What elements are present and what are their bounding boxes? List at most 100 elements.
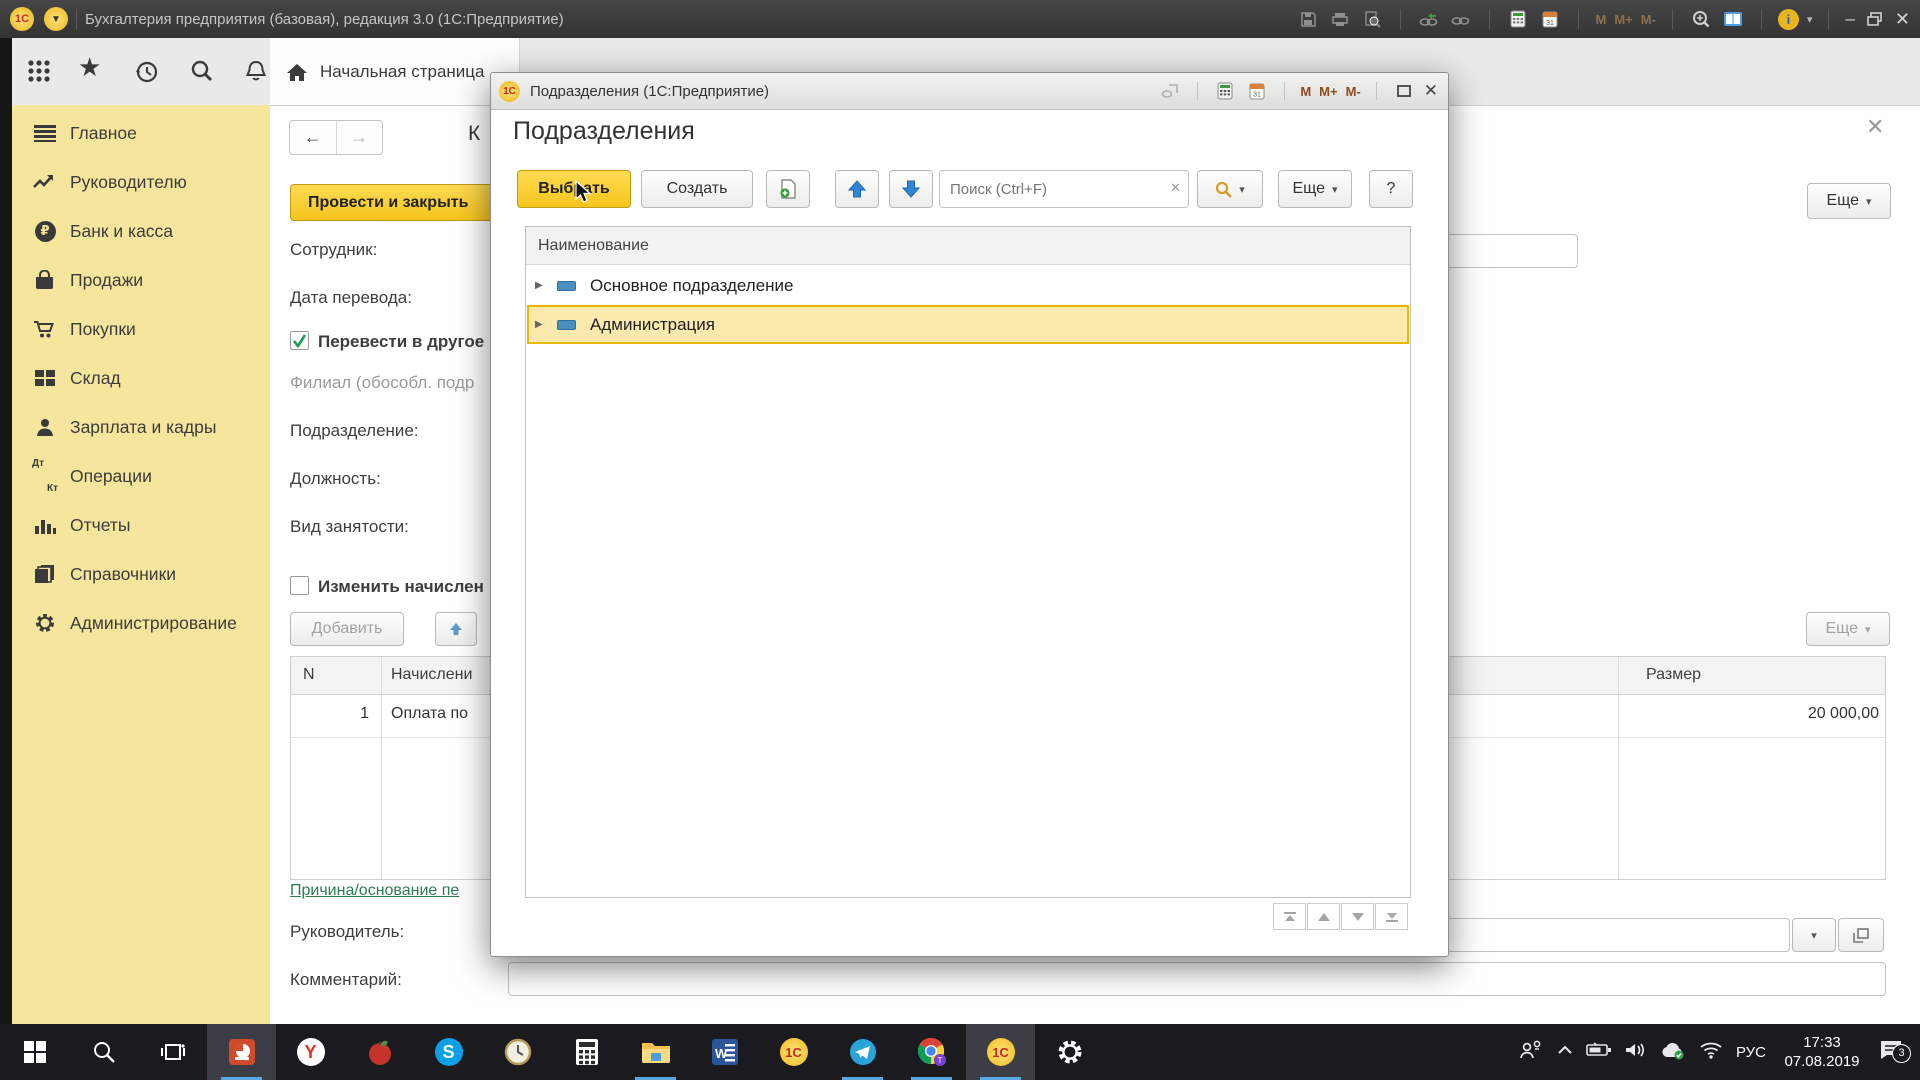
back-button[interactable]: ← [290,121,337,154]
action-center-icon[interactable]: 3 [1878,1038,1904,1067]
taskbar-calculator[interactable] [552,1024,621,1080]
taskbar-word[interactable]: W [690,1024,759,1080]
close-button[interactable]: ✕ [1895,9,1910,30]
taskbar-1c[interactable]: 1С [759,1024,828,1080]
list-header[interactable]: Наименование [526,227,1410,265]
taskbar-telegram[interactable] [828,1024,897,1080]
taskbar-1c-active[interactable]: 1С [966,1024,1035,1080]
sidebar-item-sales[interactable]: Продажи [12,258,270,302]
go-last-button[interactable] [1375,903,1408,930]
table-more-button[interactable]: Еще▾ [1806,612,1890,646]
forward-button[interactable]: → [337,121,383,154]
transfer-checkbox[interactable] [290,331,309,350]
calendar-icon[interactable]: 31 [1538,7,1562,31]
memory-mminus-button[interactable]: М- [1346,84,1361,99]
sidebar-item-directories[interactable]: Справочники [12,552,270,596]
split-panel-icon[interactable] [1721,7,1745,31]
search-input[interactable] [948,173,1157,205]
info-dropdown-icon[interactable]: ▾ [1807,13,1813,26]
taskbar-yandex[interactable]: Y [276,1024,345,1080]
taskbar-skype[interactable]: S [414,1024,483,1080]
taskbar-file-explorer[interactable] [621,1024,690,1080]
list-item[interactable]: ▶ Основное подразделение [527,266,1409,305]
apps-grid-icon[interactable] [26,58,52,89]
sidebar-item-manager[interactable]: Руководителю [12,160,270,204]
go-link-icon[interactable] [1449,7,1473,31]
dialog-close-button[interactable]: ✕ [1424,81,1438,101]
dialog-more-button[interactable]: Еще▾ [1278,170,1352,208]
volume-icon[interactable] [1625,1041,1647,1064]
memory-m-button[interactable]: М [1595,12,1606,27]
save-icon[interactable] [1296,7,1320,31]
clear-search-icon[interactable]: ✕ [1170,180,1181,196]
create-button[interactable]: Создать [641,170,753,208]
sidebar-item-purchases[interactable]: Покупки [12,307,270,351]
preview-icon[interactable] [1360,7,1384,31]
comment-input[interactable] [508,962,1886,996]
sidebar-item-operations[interactable]: ДтКтОперации [12,454,270,498]
go-next-button[interactable] [1341,903,1374,930]
zoom-icon[interactable] [1689,7,1713,31]
sidebar-item-salary-hr[interactable]: Зарплата и кадры [12,405,270,449]
language-indicator[interactable]: РУС [1736,1044,1766,1061]
sidebar-item-reports[interactable]: Отчеты [12,503,270,547]
cloud-sync-icon[interactable] [1660,1040,1686,1065]
go-prev-button[interactable] [1307,903,1340,930]
add-row-button[interactable]: Добавить [290,612,404,646]
taskbar-powerpoint[interactable] [207,1024,276,1080]
move-up-button[interactable] [835,170,879,208]
calculator-icon[interactable] [1506,7,1530,31]
go-first-button[interactable] [1273,903,1306,930]
select-button[interactable]: Выбрать [517,170,631,208]
reason-link[interactable]: Причина/основание пе [290,882,492,900]
taskbar-clock-app[interactable] [483,1024,552,1080]
people-icon[interactable] [1518,1039,1544,1066]
list-item-selected[interactable]: ▶ Администрация [527,305,1409,344]
search-options-button[interactable]: ▾ [1197,170,1263,208]
change-accrual-checkbox[interactable] [290,576,309,595]
taskbar-search-button[interactable] [69,1024,138,1080]
main-menu-dropdown-icon[interactable]: ▼ [44,7,68,31]
help-button[interactable]: ? [1369,170,1413,208]
hidden-icons-chevron[interactable] [1557,1043,1573,1061]
col-n[interactable]: N [303,666,315,684]
expand-icon[interactable]: ▶ [535,319,547,330]
sidebar-item-administration[interactable]: Администрирование [12,601,270,645]
taskbar-apple-app[interactable] [345,1024,414,1080]
clock[interactable]: 17:3307.08.2019 [1779,1033,1865,1072]
get-link-icon[interactable] [1417,7,1441,31]
report-icon[interactable] [1158,79,1182,103]
expand-icon[interactable]: ▶ [535,280,547,291]
sidebar-item-bank[interactable]: ₽Банк и касса [12,209,270,253]
manager-open-button[interactable] [1838,918,1884,952]
memory-mminus-button[interactable]: М- [1641,12,1656,27]
memory-mplus-button[interactable]: М+ [1319,84,1337,99]
search-icon[interactable] [188,58,216,91]
move-down-button[interactable] [889,170,933,208]
minimize-button[interactable]: – [1845,9,1854,29]
taskbar-browser[interactable]: T [897,1024,966,1080]
post-and-close-button[interactable]: Провести и закрыть [290,184,520,221]
tab-home[interactable]: Начальная страница [270,38,520,105]
battery-icon[interactable] [1586,1042,1612,1063]
col-amount[interactable]: Размер [1646,666,1701,684]
form-more-button[interactable]: Еще▾ [1807,183,1891,219]
maximize-button[interactable] [1392,79,1416,103]
restore-button[interactable] [1863,7,1887,31]
favorites-star-icon[interactable]: ★ [78,52,101,83]
create-group-button[interactable] [766,170,810,208]
memory-m-button[interactable]: М [1300,84,1311,99]
sidebar-item-main[interactable]: Главное [12,111,270,155]
calculator-icon[interactable] [1213,79,1237,103]
memory-mplus-button[interactable]: М+ [1614,12,1632,27]
print-icon[interactable] [1328,7,1352,31]
start-button[interactable] [0,1024,69,1080]
calendar-icon[interactable]: 31 [1245,79,1269,103]
notifications-bell-icon[interactable] [242,58,270,91]
manager-dropdown-button[interactable]: ▾ [1792,918,1836,952]
task-view-button[interactable] [138,1024,207,1080]
info-icon[interactable]: i [1778,9,1799,30]
move-row-up-button[interactable] [435,612,477,646]
wifi-icon[interactable] [1699,1041,1723,1064]
sidebar-item-warehouse[interactable]: Склад [12,356,270,400]
